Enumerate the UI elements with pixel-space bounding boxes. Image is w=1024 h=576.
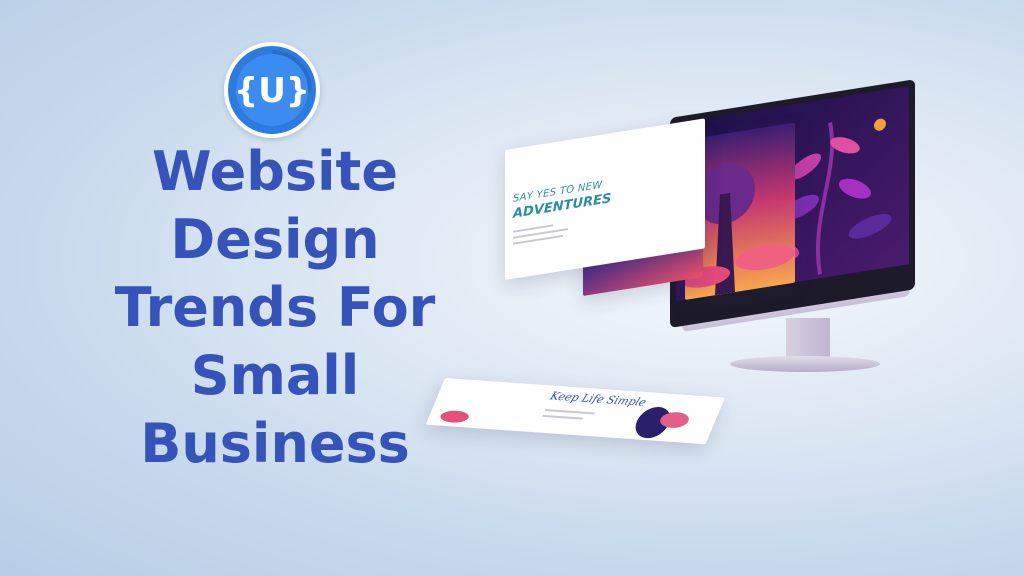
slide: {U} Website Design Trends For Small Busi… bbox=[0, 0, 1024, 576]
title-line: Small bbox=[190, 344, 360, 407]
logo-text: {U} bbox=[234, 71, 310, 111]
monitor-stand-base bbox=[730, 356, 880, 372]
title-line: Business bbox=[140, 412, 410, 475]
title-line: Website bbox=[151, 140, 398, 203]
logo: {U} bbox=[224, 42, 320, 138]
title-line: Design bbox=[170, 208, 380, 271]
title-line: Trends For bbox=[114, 276, 436, 339]
logo-icon: {U} bbox=[228, 46, 316, 134]
page-title: Website Design Trends For Small Business bbox=[60, 138, 490, 478]
